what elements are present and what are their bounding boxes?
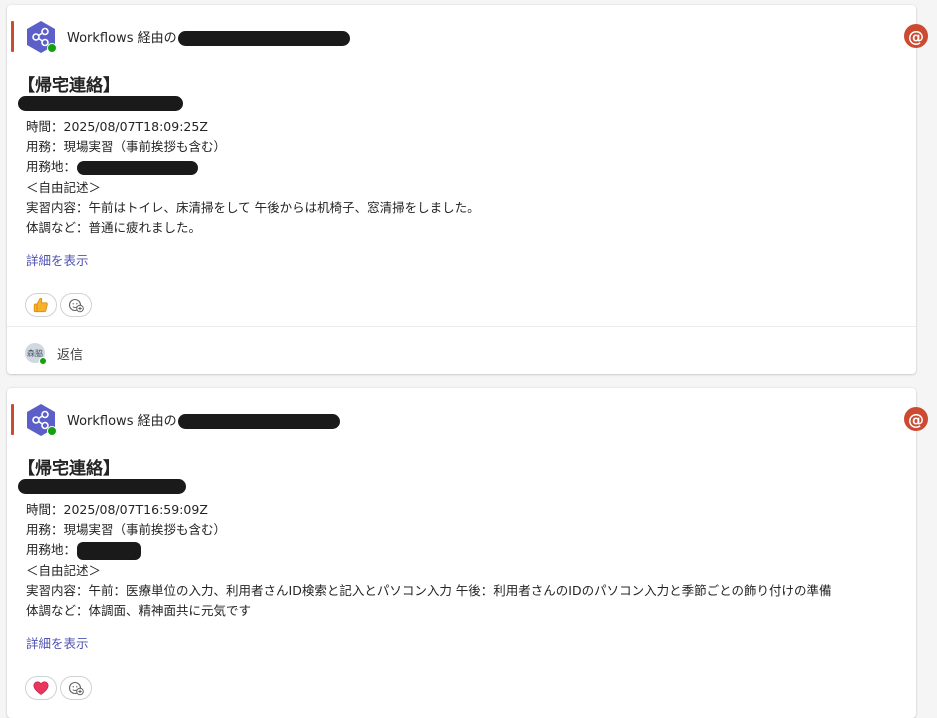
place-line: 用務地：: [26, 157, 480, 177]
add-reaction-button[interactable]: [60, 293, 92, 317]
message-title: 【帰宅連絡】: [18, 459, 120, 479]
time-line: 時間：2025/08/07T16:59:09Z: [26, 502, 208, 517]
place-label: 用務地：: [26, 159, 77, 175]
sender-line: Workflows 経由の: [67, 410, 340, 429]
message-body: 時間：2025/08/07T16:59:09Z 用務：現場実習（事前挨拶も含む）…: [26, 500, 831, 621]
place-line: 用務地：: [26, 540, 831, 560]
content-line: 実習内容：午前はトイレ、床清掃をして 午後からは机椅子、窓清掃をしました。: [26, 199, 480, 215]
mention-accent-bar: [11, 404, 14, 435]
reactions-bar: [25, 676, 92, 700]
task-line: 用務：現場実習（事前挨拶も含む）: [26, 139, 227, 155]
sender-prefix: Workflows 経由の: [67, 31, 177, 46]
redacted-sender-name: [177, 414, 340, 429]
reaction-heart[interactable]: [25, 676, 57, 700]
condition-line: 体調など：体調面、精神面共に元気です: [26, 603, 252, 619]
sender-prefix: Workflows 経由の: [67, 414, 177, 429]
reply-label: 返信: [57, 347, 84, 363]
message-title: 【帰宅連絡】: [18, 76, 120, 96]
workflows-avatar[interactable]: [24, 20, 58, 54]
reaction-thumbs-up[interactable]: [25, 293, 57, 317]
place-label: 用務地：: [26, 542, 77, 558]
reactions-bar: [25, 293, 92, 317]
free-text-label: ＜自由記述＞: [26, 179, 102, 195]
redacted-name: [18, 96, 183, 111]
sender-line: Workflows 経由の: [67, 27, 350, 46]
user-avatar: 森脇: [25, 343, 47, 365]
redacted-place: [77, 541, 142, 560]
heart-icon: [33, 681, 49, 695]
reply-divider: [7, 326, 916, 327]
show-details-link[interactable]: 詳細を表示: [26, 250, 89, 269]
message-body: 時間：2025/08/07T18:09:25Z 用務：現場実習（事前挨拶も含む）…: [26, 117, 480, 238]
mention-accent-bar: [11, 21, 14, 52]
redacted-sender-name: [177, 31, 350, 46]
mention-icon: @: [904, 407, 928, 431]
reply-button[interactable]: 森脇 返信: [25, 343, 84, 365]
thumbs-up-icon: [33, 297, 48, 313]
show-details-link[interactable]: 詳細を表示: [26, 633, 89, 652]
presence-available-icon: [39, 357, 47, 365]
message-card[interactable]: Workflows 経由の @ 【帰宅連絡】 時間：2025/08/07T16:…: [7, 388, 928, 718]
free-text-label: ＜自由記述＞: [26, 562, 102, 578]
add-reaction-icon: [68, 298, 84, 313]
workflows-avatar[interactable]: [24, 403, 58, 437]
presence-available-icon: [47, 43, 57, 53]
time-line: 時間：2025/08/07T18:09:25Z: [26, 119, 208, 134]
add-reaction-button[interactable]: [60, 676, 92, 700]
condition-line: 体調など：普通に疲れました。: [26, 220, 202, 236]
redacted-place: [77, 160, 199, 175]
presence-available-icon: [47, 426, 57, 436]
task-line: 用務：現場実習（事前挨拶も含む）: [26, 522, 227, 538]
message-card[interactable]: Workflows 経由の @ 【帰宅連絡】 時間：2025/08/07T18:…: [7, 5, 928, 374]
redacted-name: [18, 479, 186, 494]
mention-icon: @: [904, 24, 928, 48]
add-reaction-icon: [68, 681, 84, 696]
content-line: 実習内容：午前：医療単位の入力、利用者さんID検索と記入とパソコン入力 午後：利…: [26, 582, 832, 598]
